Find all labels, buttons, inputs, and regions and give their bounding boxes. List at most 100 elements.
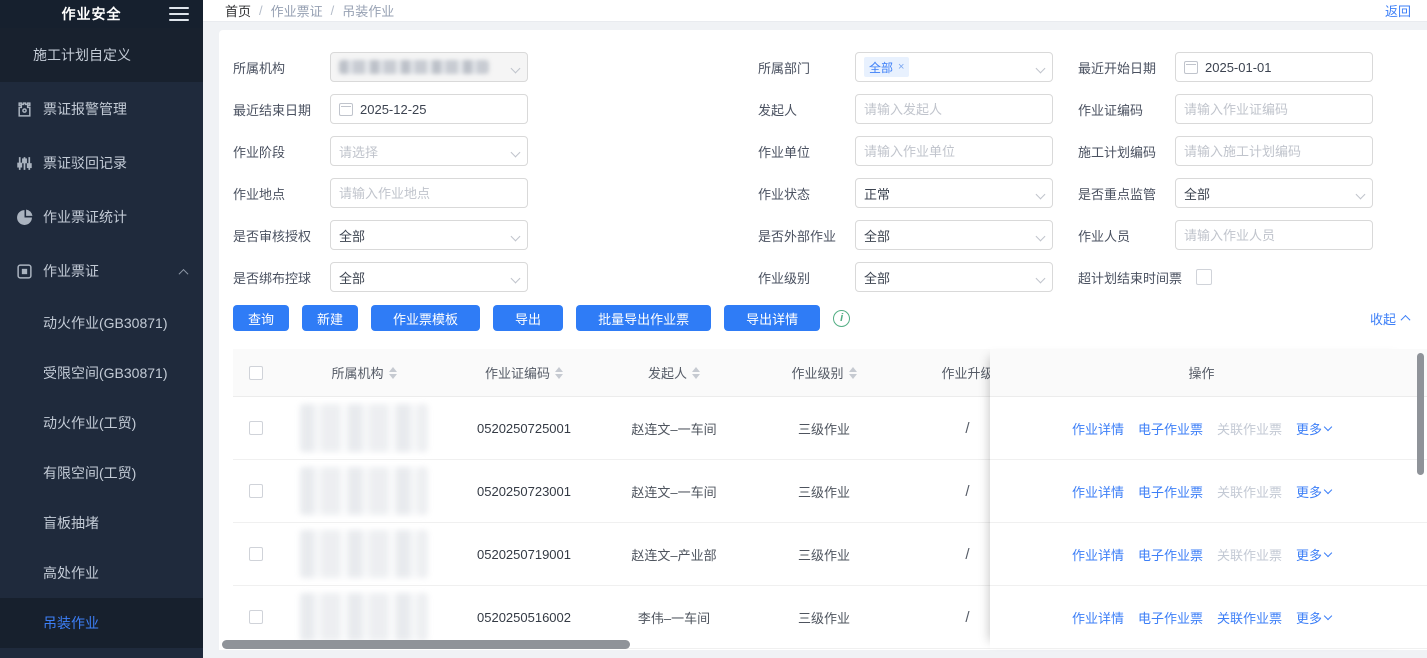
work-unit-input[interactable] <box>864 144 1044 159</box>
filter-label: 最近开始日期 <box>1078 58 1175 77</box>
e-ticket-link[interactable]: 电子作业票 <box>1138 608 1203 627</box>
e-ticket-link[interactable]: 电子作业票 <box>1138 545 1203 564</box>
chevron-down-icon <box>1324 486 1332 494</box>
filter-label: 作业级别 <box>758 268 855 287</box>
query-button[interactable]: 查询 <box>233 305 289 331</box>
row-checkbox-cell <box>233 547 279 561</box>
row-checkbox[interactable] <box>249 610 263 624</box>
external-work-select[interactable]: 全部 <box>855 220 1053 250</box>
export-button[interactable]: 导出 <box>493 305 563 331</box>
work-ticket-table: 所属机构 作业证编码 发起人 作业级别 <box>233 349 1427 649</box>
row-checkbox-cell <box>233 484 279 498</box>
sidebar-subitem-lifting-work[interactable]: 吊装作业 <box>0 598 203 648</box>
breadcrumb-home[interactable]: 首页 <box>225 1 251 20</box>
sidebar-item-ticket-alarm[interactable]: 票证报警管理 <box>0 82 203 136</box>
tag-remove-icon[interactable]: × <box>898 61 904 73</box>
work-detail-link[interactable]: 作业详情 <box>1072 608 1124 627</box>
sort-icon[interactable] <box>849 367 857 379</box>
filter-row: 作业地点 作业状态 正常 是否重点监管 <box>233 172 1427 214</box>
start-date-picker[interactable]: 2025-01-01 <box>1175 52 1373 82</box>
ticket-template-button[interactable]: 作业票模板 <box>371 305 480 331</box>
sidebar-subitem-hotwork-gb[interactable]: 动火作业(GB30871) <box>0 298 203 348</box>
row-checkbox[interactable] <box>249 484 263 498</box>
sidebar-item-work-tickets[interactable]: 作业票证 <box>0 244 203 298</box>
work-detail-link[interactable]: 作业详情 <box>1072 482 1124 501</box>
filter-audit-auth: 是否审核授权 全部 <box>233 220 758 250</box>
filter-label: 作业状态 <box>758 184 855 203</box>
sort-icon[interactable] <box>692 367 700 379</box>
create-button[interactable]: 新建 <box>302 305 358 331</box>
permit-code-input[interactable] <box>1184 102 1364 117</box>
sidebar-item-label: 作业票证统计 <box>43 207 127 227</box>
column-header-initiator[interactable]: 发起人 <box>599 363 749 382</box>
sidebar-item-ticket-reject-log[interactable]: 票证驳回记录 <box>0 136 203 190</box>
filter-bind-ball: 是否绑布控球 全部 <box>233 262 758 292</box>
more-dropdown-link[interactable]: 更多 <box>1296 482 1331 501</box>
work-status-select[interactable]: 正常 <box>855 178 1053 208</box>
sidebar-subitem-confined-gb[interactable]: 受限空间(GB30871) <box>0 348 203 398</box>
overplan-checkbox[interactable] <box>1196 269 1212 285</box>
vertical-scrollbar-thumb[interactable] <box>1417 353 1424 475</box>
key-supervision-select[interactable]: 全部 <box>1175 178 1373 208</box>
select-all-checkbox[interactable] <box>249 366 263 380</box>
vertical-scrollbar <box>1417 349 1424 644</box>
app-root: 作业安全 施工计划自定义 票证报警管理 票证驳回记录 作业 <box>0 0 1427 658</box>
collapse-filters-link[interactable]: 收起 <box>1370 309 1409 328</box>
more-dropdown-link[interactable]: 更多 <box>1296 419 1331 438</box>
code-cell: 0520250723001 <box>449 484 599 499</box>
hamburger-menu-icon[interactable] <box>169 7 189 21</box>
work-stage-select[interactable]: 请选择 <box>330 136 528 166</box>
sidebar-item-construction-plan[interactable]: 施工计划自定义 <box>0 28 203 82</box>
info-circle-icon[interactable]: i <box>833 310 850 327</box>
related-ticket-link[interactable]: 关联作业票 <box>1217 608 1282 627</box>
sidebar-subitem-confined-trade[interactable]: 有限空间(工贸) <box>0 448 203 498</box>
breadcrumb-section[interactable]: 作业票证 <box>271 1 323 20</box>
level-cell: 三级作业 <box>749 608 899 627</box>
back-link[interactable]: 返回 <box>1385 1 1411 20</box>
sidebar-subitem-hotwork-trade[interactable]: 动火作业(工贸) <box>0 398 203 448</box>
select-value: 全部 <box>339 226 365 245</box>
end-date-picker[interactable]: 2025-12-25 <box>330 94 528 124</box>
bind-ball-select[interactable]: 全部 <box>330 262 528 292</box>
org-select-disabled <box>330 52 528 82</box>
more-dropdown-link[interactable]: 更多 <box>1296 545 1331 564</box>
e-ticket-link[interactable]: 电子作业票 <box>1138 482 1203 501</box>
sort-icon[interactable] <box>389 367 397 379</box>
sidebar-item-label: 票证驳回记录 <box>43 153 127 173</box>
filter-label: 所属机构 <box>233 58 330 77</box>
work-location-input[interactable] <box>339 186 519 201</box>
work-detail-link[interactable]: 作业详情 <box>1072 545 1124 564</box>
org-cell <box>279 404 449 452</box>
filter-row: 是否绑布控球 全部 作业级别 全部 超计划结 <box>233 256 1427 298</box>
sidebar-subitem-blind-plate[interactable]: 盲板抽堵 <box>0 498 203 548</box>
plan-code-input[interactable] <box>1184 144 1364 159</box>
column-header-code[interactable]: 作业证编码 <box>449 363 599 382</box>
ticket-icon <box>16 263 33 280</box>
initiator-input[interactable] <box>864 102 1044 117</box>
sidebar-subitem-height-work[interactable]: 高处作业 <box>0 548 203 598</box>
audit-auth-select[interactable]: 全部 <box>330 220 528 250</box>
column-header-level[interactable]: 作业级别 <box>749 363 899 382</box>
more-dropdown-link[interactable]: 更多 <box>1296 608 1331 627</box>
chevron-down-icon <box>512 144 519 159</box>
filter-initiator: 发起人 <box>758 94 1078 124</box>
worker-input[interactable] <box>1184 228 1364 243</box>
work-detail-link[interactable]: 作业详情 <box>1072 419 1124 438</box>
org-cell <box>279 467 449 515</box>
row-checkbox[interactable] <box>249 547 263 561</box>
export-details-button[interactable]: 导出详情 <box>724 305 820 331</box>
batch-export-button[interactable]: 批量导出作业票 <box>576 305 711 331</box>
chevron-down-icon <box>1357 186 1364 201</box>
action-buttons-row: 查询 新建 作业票模板 导出 批量导出作业票 导出详情 i 收起 <box>233 301 1427 335</box>
sort-icon[interactable] <box>555 367 563 379</box>
sidebar-item-ticket-statistics[interactable]: 作业票证统计 <box>0 190 203 244</box>
org-cell <box>279 593 449 641</box>
e-ticket-link[interactable]: 电子作业票 <box>1138 419 1203 438</box>
pie-chart-icon <box>16 209 33 226</box>
work-level-select[interactable]: 全部 <box>855 262 1053 292</box>
work-unit-input-wrap <box>855 136 1053 166</box>
horizontal-scrollbar-thumb[interactable] <box>222 640 630 649</box>
column-header-org[interactable]: 所属机构 <box>279 363 449 382</box>
department-multiselect[interactable]: 全部 × <box>855 52 1053 82</box>
row-checkbox[interactable] <box>249 421 263 435</box>
